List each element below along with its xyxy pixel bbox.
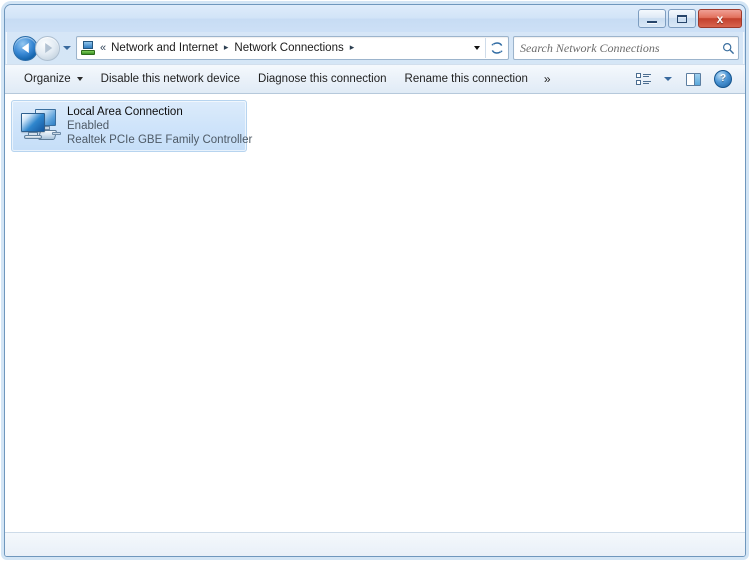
chevron-down-icon — [473, 46, 480, 50]
recent-pages-button[interactable] — [60, 46, 74, 50]
help-button[interactable]: ? — [709, 67, 737, 91]
search-icon[interactable] — [718, 42, 738, 55]
network-connection-icon — [19, 106, 61, 146]
change-view-icon — [635, 72, 651, 86]
forward-arrow-icon — [44, 43, 52, 53]
breadcrumb-separator-icon[interactable]: ▸ — [219, 42, 234, 53]
connections-list: Local Area Connection Enabled Realtek PC… — [5, 94, 745, 152]
connection-device: Realtek PCIe GBE Family Controller — [67, 133, 253, 146]
connection-details: Local Area Connection Enabled Realtek PC… — [65, 105, 253, 147]
navigation-bar: « Network and Internet ▸ Network Connect… — [5, 32, 745, 64]
minimize-icon — [647, 20, 657, 23]
organize-label: Organize — [24, 73, 71, 85]
breadcrumb-separator-icon-2[interactable]: ▸ — [345, 42, 360, 53]
refresh-button[interactable] — [486, 38, 508, 58]
connection-name: Local Area Connection — [67, 105, 183, 118]
minimize-button[interactable] — [638, 9, 666, 28]
list-item[interactable]: Local Area Connection Enabled Realtek PC… — [11, 100, 253, 152]
rename-connection-button[interactable]: Rename this connection — [396, 68, 537, 90]
close-icon: x — [716, 11, 724, 26]
search-box[interactable] — [513, 36, 739, 60]
title-bar: x — [5, 5, 745, 32]
connection-status: Enabled — [67, 119, 110, 132]
chevron-down-icon — [664, 77, 672, 81]
help-icon: ? — [714, 70, 732, 88]
preview-pane-icon — [685, 72, 701, 86]
maximize-button[interactable] — [668, 9, 696, 28]
change-view-dropdown-button[interactable] — [659, 67, 677, 91]
organize-button[interactable]: Organize — [15, 68, 92, 90]
network-location-icon — [80, 40, 96, 56]
caption-buttons: x — [638, 9, 742, 28]
back-arrow-icon — [21, 43, 29, 53]
breadcrumb-item-network-and-internet[interactable]: Network and Internet — [110, 40, 219, 56]
disable-network-device-button[interactable]: Disable this network device — [92, 68, 249, 90]
toolbar-right-group: ? — [629, 67, 741, 91]
chevron-down-icon — [63, 46, 71, 50]
breadcrumb-overflow[interactable]: « — [99, 42, 110, 54]
maximize-icon — [677, 14, 687, 23]
command-toolbar: Organize Disable this network device Dia… — [5, 64, 745, 94]
explorer-window: x « Network and Internet ▸ Network Conne… — [4, 4, 746, 557]
content-area: Local Area Connection Enabled Realtek PC… — [5, 94, 745, 533]
forward-button[interactable] — [35, 35, 60, 61]
diagnose-connection-button[interactable]: Diagnose this connection — [249, 68, 396, 90]
search-input[interactable] — [514, 40, 718, 56]
close-button[interactable]: x — [698, 9, 742, 28]
preview-pane-button[interactable] — [679, 67, 707, 91]
toolbar-overflow-button[interactable]: » — [537, 68, 558, 90]
breadcrumb-item-network-connections[interactable]: Network Connections — [233, 40, 344, 56]
chevron-down-icon — [76, 77, 83, 81]
address-bar[interactable]: « Network and Internet ▸ Network Connect… — [76, 36, 509, 60]
status-bar — [5, 532, 745, 556]
address-dropdown-button[interactable] — [468, 38, 485, 58]
change-view-button[interactable] — [629, 67, 657, 91]
